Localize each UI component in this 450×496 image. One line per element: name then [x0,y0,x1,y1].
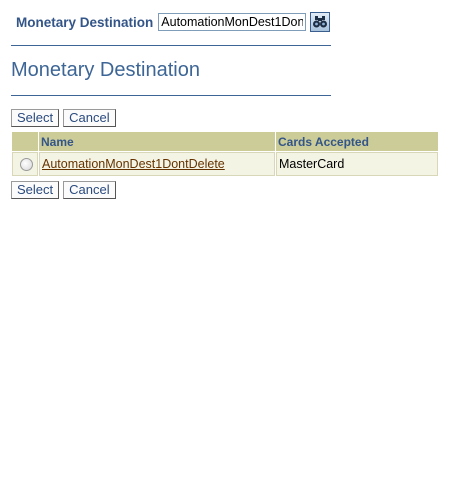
cancel-button[interactable]: Cancel [63,109,116,127]
destination-name-link[interactable]: AutomationMonDest1DontDelete [42,157,225,171]
row-radio-button[interactable] [20,158,33,172]
table-row: AutomationMonDest1DontDelete MasterCard [12,152,438,176]
select-column-header [12,132,38,151]
row-select-cell [12,152,38,176]
name-cell: AutomationMonDest1DontDelete [39,152,275,176]
select-button-bottom[interactable]: Select [11,181,60,199]
binoculars-icon [313,16,328,28]
search-button[interactable] [310,12,331,32]
top-divider [11,45,331,46]
title-divider [11,95,331,96]
search-input[interactable] [158,13,307,31]
cards-accepted-column-header[interactable]: Cards Accepted [276,132,438,151]
results-table: Name Cards Accepted AutomationMonDest1Do… [11,131,439,177]
select-button[interactable]: Select [11,109,60,127]
cancel-button-bottom[interactable]: Cancel [63,181,116,199]
page-title: Monetary Destination [11,59,200,81]
top-action-bar: Select Cancel [11,109,120,127]
bottom-action-bar: Select Cancel [11,181,120,199]
name-column-header[interactable]: Name [39,132,275,151]
cards-accepted-cell: MasterCard [276,152,438,176]
search-label: Monetary Destination [16,14,154,30]
table-header-row: Name Cards Accepted [12,132,438,151]
search-bar: Monetary Destination [16,12,331,32]
